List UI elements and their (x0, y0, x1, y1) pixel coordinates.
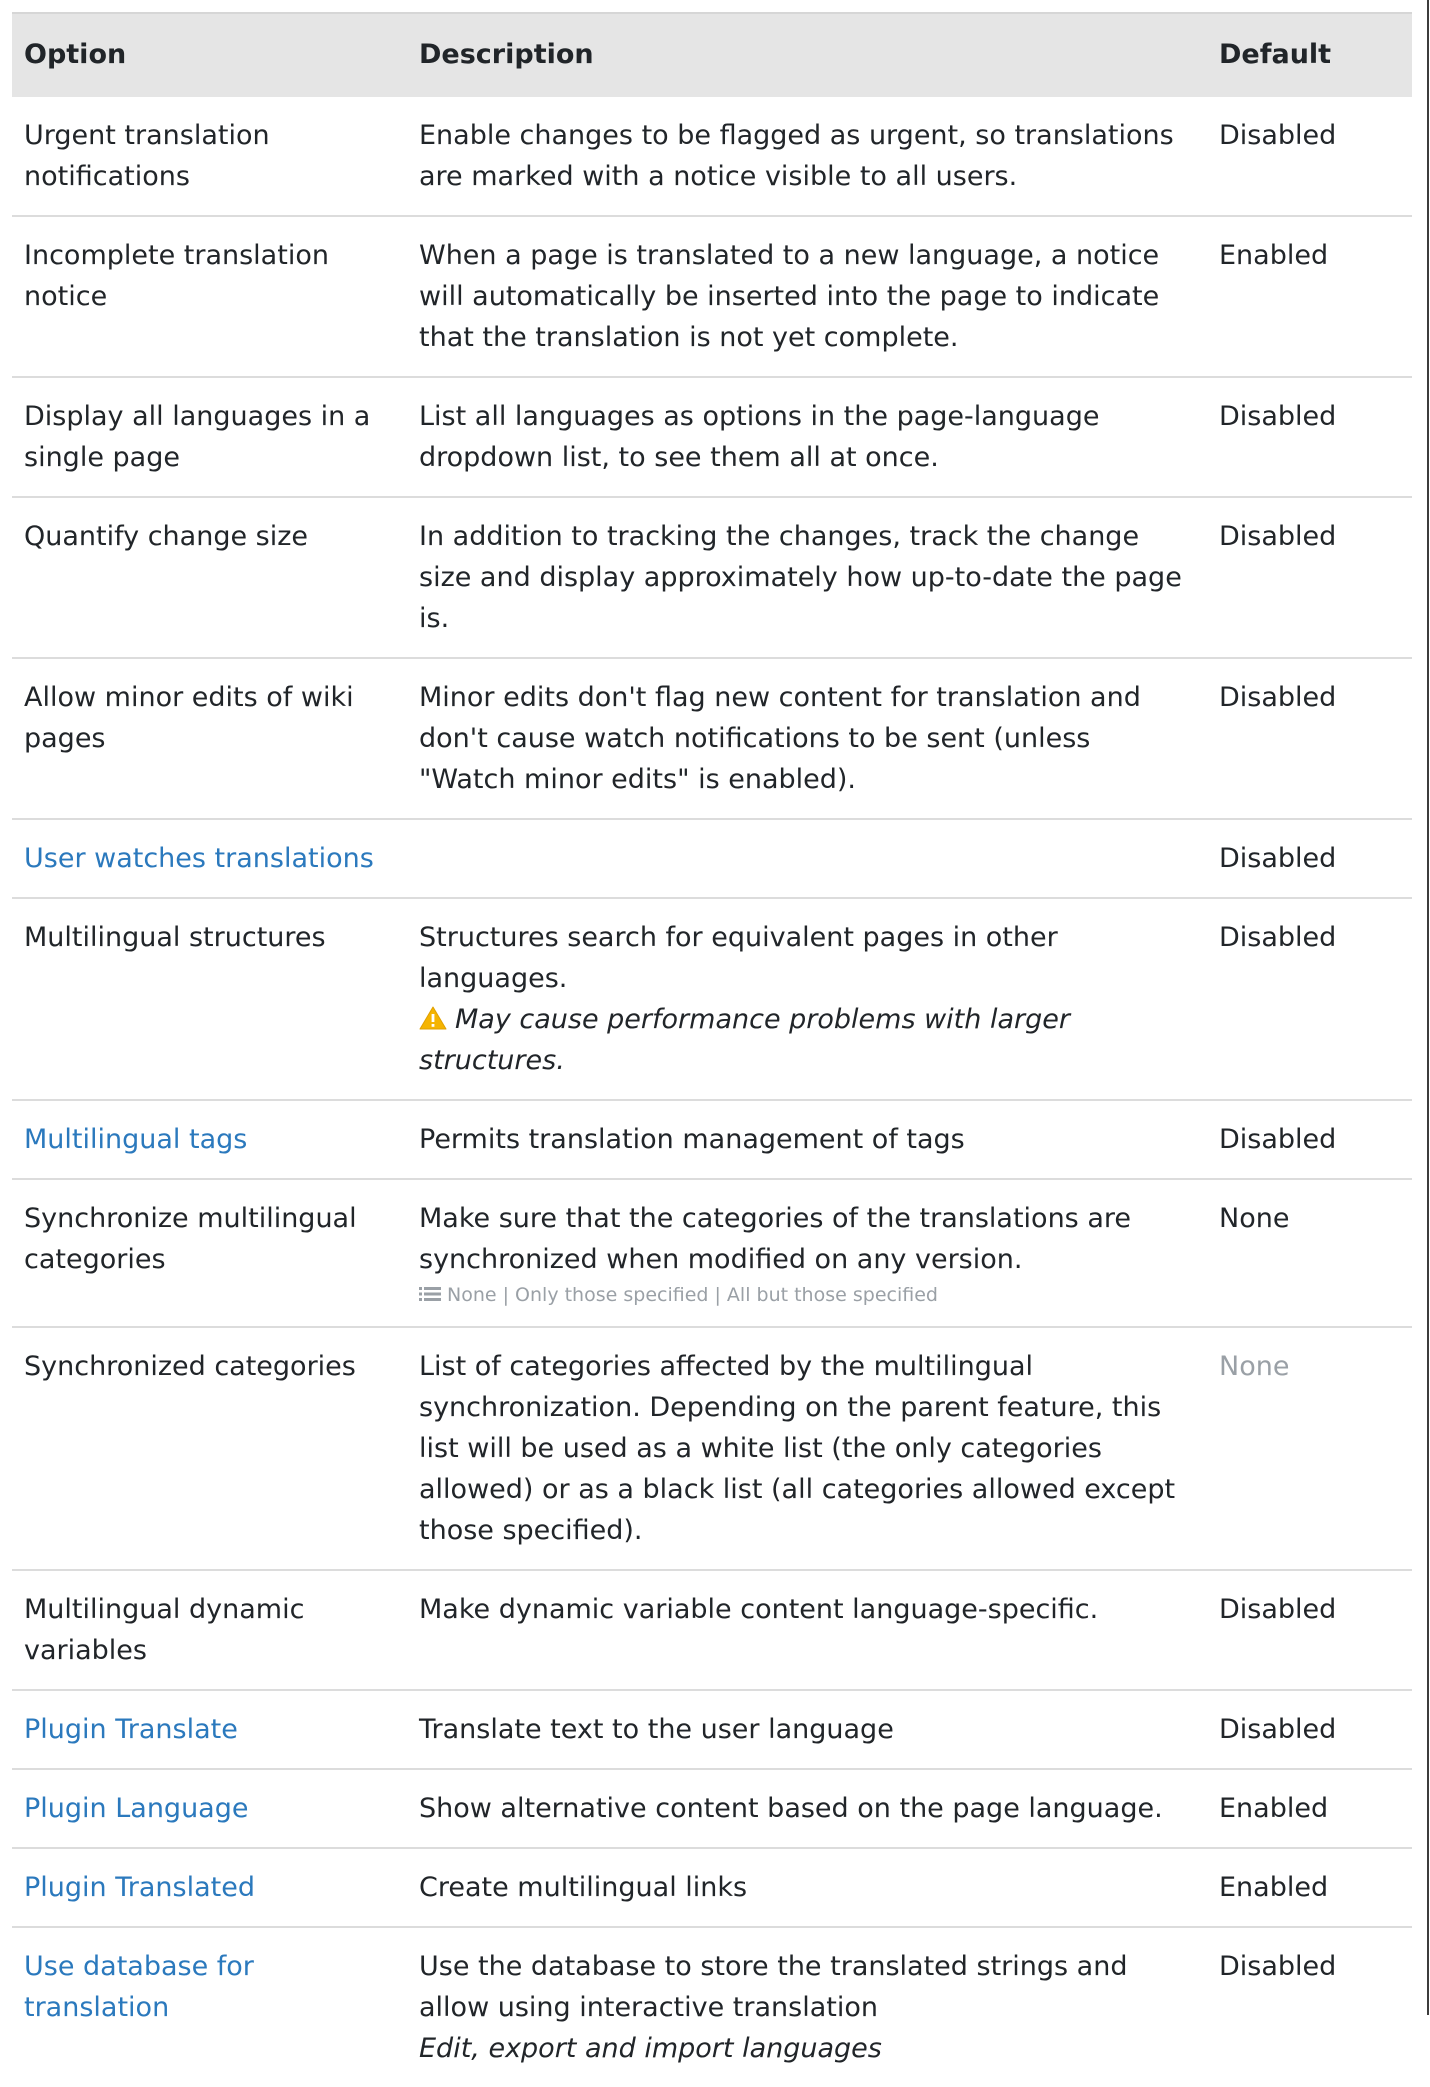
option-default: Disabled (1219, 120, 1337, 151)
option-default: Disabled (1207, 376, 1412, 497)
option-description: Minor edits don't flag new content for t… (407, 657, 1207, 819)
option-name: Synchronized categories (12, 1326, 407, 1570)
table-row: Synchronize multilingual categories Make… (12, 1178, 1412, 1327)
option-name: Urgent translation notifications (24, 120, 270, 192)
warning-note-text: May cause performance problems with larg… (419, 1004, 1070, 1076)
column-header-description: Description (407, 14, 1207, 97)
option-description: Structures search for equivalent pages i… (419, 922, 1058, 994)
table-header-row: Option Description Default (12, 14, 1412, 97)
options-panel: Option Description Default Urgent transl… (0, 0, 1430, 2087)
table-row: Plugin Translated Create multilingual li… (12, 1847, 1412, 1927)
option-name: Multilingual dynamic variables (12, 1569, 407, 1690)
option-link-plugin-translate[interactable]: Plugin Translate (24, 1714, 238, 1745)
option-description: Make sure that the categories of the tra… (419, 1203, 1131, 1275)
option-default: None (1207, 1178, 1412, 1327)
option-default: Disabled (1207, 1099, 1412, 1179)
option-description: Create multilingual links (407, 1847, 1207, 1927)
option-name-cell: Plugin Translate (12, 1689, 407, 1769)
table-row: Plugin Language Show alternative content… (12, 1768, 1412, 1848)
option-name: Display all languages in a single page (12, 376, 407, 497)
table-row: Quantify change size In addition to trac… (12, 496, 1412, 658)
option-description-cell: Structures search for equivalent pages i… (407, 897, 1207, 1100)
option-name-cell: Plugin Language (12, 1768, 407, 1848)
right-border (1427, 0, 1429, 2015)
option-name: Quantify change size (12, 496, 407, 658)
option-default: Disabled (1207, 1926, 1412, 2087)
option-default: None (1207, 1326, 1412, 1570)
options-table: Option Description Default Urgent transl… (12, 14, 1412, 2087)
table-row: Display all languages in a single page L… (12, 376, 1412, 497)
option-name: Allow minor edits of wiki pages (12, 657, 407, 819)
option-description-cell: Use the database to store the translated… (407, 1926, 1207, 2087)
option-name: Multilingual structures (12, 897, 407, 1100)
warning-icon (419, 1006, 447, 1030)
table-row: User watches translations Disabled (12, 818, 1412, 898)
option-name-cell: User watches translations (12, 818, 407, 898)
option-description: Permits translation management of tags (407, 1099, 1207, 1179)
option-description: Use the database to store the translated… (419, 1951, 1128, 2023)
table-row: Plugin Translate Translate text to the u… (12, 1689, 1412, 1769)
option-name: Incomplete translation notice (12, 215, 407, 377)
table-row: Incomplete translation notice When a pag… (12, 215, 1412, 377)
option-default: Disabled (1207, 1689, 1412, 1769)
option-default: Enabled (1207, 1768, 1412, 1848)
option-default: Disabled (1207, 1569, 1412, 1690)
table-row: Use database for translation Use the dat… (12, 1926, 1412, 2087)
option-description: In addition to tracking the changes, tra… (407, 496, 1207, 658)
option-note: Edit, export and import languages (419, 2033, 882, 2064)
option-name: Synchronize multilingual categories (12, 1178, 407, 1327)
option-link-use-database-for-translation[interactable]: Use database for translation (24, 1951, 254, 2023)
option-description: When a page is translated to a new langu… (407, 215, 1207, 377)
option-description: Make dynamic variable content language-s… (407, 1569, 1207, 1690)
option-default: Disabled (1207, 657, 1412, 819)
option-name-cell: Use database for translation (12, 1926, 407, 2087)
option-description: Translate text to the user language (407, 1689, 1207, 1769)
option-name-cell: Multilingual tags (12, 1099, 407, 1179)
option-description: Enable changes to be flagged as urgent, … (419, 120, 1174, 192)
column-header-option: Option (12, 14, 407, 97)
option-description (407, 818, 1207, 898)
option-description: List of categories affected by the multi… (407, 1326, 1207, 1570)
option-description-cell: Make sure that the categories of the tra… (407, 1178, 1207, 1327)
table-row: Allow minor edits of wiki pages Minor ed… (12, 657, 1412, 819)
option-default: Disabled (1207, 897, 1412, 1100)
option-warning-note: May cause performance problems with larg… (419, 999, 1195, 1081)
option-link-plugin-translated[interactable]: Plugin Translated (24, 1872, 255, 1903)
option-link-multilingual-tags[interactable]: Multilingual tags (24, 1124, 247, 1155)
option-link-plugin-language[interactable]: Plugin Language (24, 1793, 248, 1824)
option-choices: None | Only those specified | All but th… (419, 1282, 1195, 1308)
option-default: Disabled (1207, 496, 1412, 658)
table-row: Multilingual tags Permits translation ma… (12, 1099, 1412, 1179)
option-default: Enabled (1207, 215, 1412, 377)
option-link-user-watches-translations[interactable]: User watches translations (24, 843, 374, 874)
table-row: Multilingual dynamic variables Make dyna… (12, 1569, 1412, 1690)
list-icon (419, 1287, 441, 1301)
table-row: Urgent translation notifications Enable … (12, 97, 1412, 216)
option-description: List all languages as options in the pag… (407, 376, 1207, 497)
choices-text: None | Only those specified | All but th… (447, 1284, 938, 1306)
column-header-default: Default (1207, 14, 1412, 97)
option-name-cell: Plugin Translated (12, 1847, 407, 1927)
table-row: Multilingual structures Structures searc… (12, 897, 1412, 1100)
option-description: Show alternative content based on the pa… (407, 1768, 1207, 1848)
table-row: Synchronized categories List of categori… (12, 1326, 1412, 1570)
option-default: Enabled (1207, 1847, 1412, 1927)
option-default: Disabled (1207, 818, 1412, 898)
